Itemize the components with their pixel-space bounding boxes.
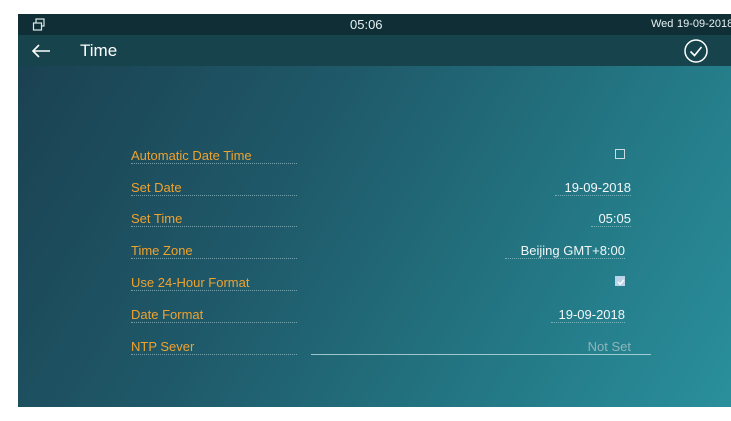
back-button[interactable]	[30, 41, 54, 61]
row-divider	[131, 290, 297, 291]
value-underline	[555, 195, 631, 196]
use-24-hour-format-checkbox[interactable]	[615, 276, 625, 286]
row-ntp-server[interactable]: NTP Sever Not Set	[131, 332, 651, 364]
row-automatic-date-time[interactable]: Automatic Date Time	[131, 141, 631, 173]
set-date-label: Set Date	[131, 180, 182, 195]
row-set-date[interactable]: Set Date 19-09-2018	[131, 173, 631, 205]
value-underline	[591, 226, 631, 227]
row-divider	[131, 226, 297, 227]
status-clock: 05:06	[350, 17, 383, 32]
arrow-left-icon	[31, 44, 50, 58]
row-set-time[interactable]: Set Time 05:05	[131, 204, 631, 236]
ntp-server-input[interactable]	[311, 354, 651, 355]
time-settings-screen: 05:06 Wed 19-09-2018 Time Automatic Date…	[18, 14, 731, 407]
ntp-server-placeholder: Not Set	[587, 339, 631, 354]
row-divider	[131, 354, 297, 355]
row-divider	[131, 258, 297, 259]
row-time-zone[interactable]: Time Zone Beijing GMT+8:00	[131, 236, 631, 268]
confirm-button[interactable]	[683, 38, 709, 64]
set-time-value: 05:05	[598, 211, 631, 226]
checkmark-icon	[617, 279, 625, 286]
date-format-label: Date Format	[131, 307, 204, 322]
automatic-date-time-checkbox[interactable]	[615, 149, 625, 159]
set-date-value: 19-09-2018	[564, 180, 632, 195]
row-divider	[131, 163, 297, 164]
title-bar: Time	[18, 35, 731, 66]
time-zone-value: Beijing GMT+8:00	[520, 243, 625, 258]
status-bar: 05:06 Wed 19-09-2018	[18, 14, 731, 35]
check-circle-icon	[684, 39, 708, 63]
status-weekday: Wed	[651, 18, 674, 30]
multi-window-icon	[32, 18, 45, 31]
automatic-date-time-label: Automatic Date Time	[131, 148, 252, 163]
row-use-24-hour-format[interactable]: Use 24-Hour Format	[131, 268, 631, 300]
page-title: Time	[80, 41, 118, 60]
value-underline	[551, 322, 625, 323]
ntp-server-label: NTP Sever	[131, 339, 195, 354]
row-divider	[131, 322, 297, 323]
time-zone-label: Time Zone	[131, 243, 193, 258]
value-underline	[505, 258, 625, 259]
set-time-label: Set Time	[131, 211, 183, 226]
status-date: 19-09-2018	[677, 18, 731, 30]
date-format-value: 19-09-2018	[558, 307, 626, 322]
row-date-format[interactable]: Date Format 19-09-2018	[131, 300, 631, 332]
row-divider	[131, 195, 297, 196]
use-24-hour-format-label: Use 24-Hour Format	[131, 275, 250, 290]
